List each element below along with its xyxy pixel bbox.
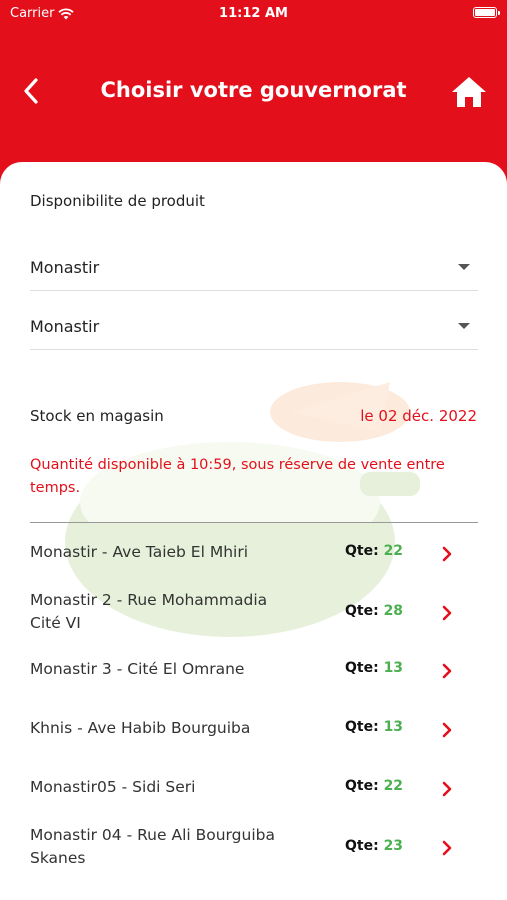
app-header: Choisir votre gouvernorat (0, 60, 507, 124)
home-button[interactable] (449, 72, 489, 112)
store-name: Monastir - Ave Taieb El Mhiri (30, 543, 249, 561)
content-card: Disponibilite de produit Monastir Monast… (0, 162, 507, 900)
status-time: 11:12 AM (219, 6, 288, 21)
battery-icon (473, 7, 500, 18)
store-row[interactable]: Monastir - Ave Taieb El Mhiri Qte: 22 (30, 531, 478, 573)
chevron-right-icon (442, 840, 452, 856)
availability-label: Disponibilite de produit (30, 192, 205, 210)
store-quantity: Qte: 28 (345, 603, 404, 619)
store-name: Monastir 2 - Rue Mohammadia Cité VI (30, 591, 268, 632)
home-icon (452, 77, 486, 107)
stock-note: Quantité disponible à 10:59, sous réserv… (30, 457, 445, 496)
dropdown-arrow-icon (458, 323, 470, 329)
chevron-right-icon (442, 722, 452, 738)
dropdown-arrow-icon (458, 264, 470, 270)
stock-title: Stock en magasin (30, 407, 164, 425)
store-name: Monastir 04 - Rue Ali Bourguiba Skanes (30, 826, 275, 867)
store-row[interactable]: Monastir 3 - Cité El Omrane Qte: 13 (30, 648, 478, 690)
store-row[interactable]: Khnis - Ave Habib Bourguiba Qte: 13 (30, 707, 478, 749)
store-quantity: Qte: 23 (345, 838, 404, 854)
store-quantity: Qte: 13 (345, 660, 404, 676)
store-quantity: Qte: 22 (345, 778, 404, 794)
store-row[interactable]: Monastir 04 - Rue Ali Bourguiba Skanes Q… (30, 815, 478, 875)
store-row[interactable]: Monastir05 - Sidi Seri Qte: 22 (30, 766, 478, 808)
chevron-right-icon (442, 663, 452, 679)
store-name: Monastir05 - Sidi Seri (30, 778, 196, 796)
store-quantity: Qte: 22 (345, 543, 404, 559)
chevron-right-icon (442, 605, 452, 621)
chevron-right-icon (442, 781, 452, 797)
city-select-value: Monastir (30, 316, 100, 336)
page-title: Choisir votre gouvernorat (100, 78, 407, 102)
divider (30, 522, 478, 523)
store-row[interactable]: Monastir 2 - Rue Mohammadia Cité VI Qte:… (30, 580, 478, 640)
status-bar: Carrier 11:12 AM (0, 0, 507, 30)
chevron-right-icon (442, 546, 452, 562)
store-name: Monastir 3 - Cité El Omrane (30, 660, 245, 678)
store-name: Khnis - Ave Habib Bourguiba (30, 719, 251, 737)
governorate-select-value: Monastir (30, 257, 100, 277)
store-quantity: Qte: 13 (345, 719, 404, 735)
governorate-select[interactable]: Monastir (30, 244, 478, 291)
stock-date: le 02 déc. 2022 (360, 407, 477, 425)
city-select[interactable]: Monastir (30, 303, 478, 350)
